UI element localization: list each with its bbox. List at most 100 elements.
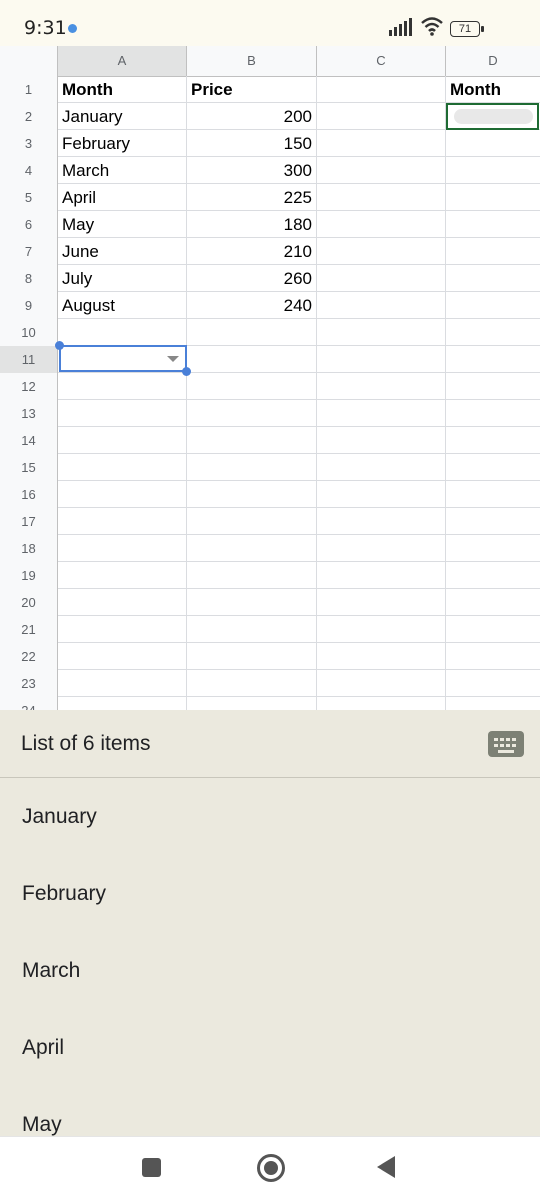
row-number[interactable]: 15 [0, 454, 58, 481]
picker-option-april[interactable]: April [22, 1036, 64, 1060]
cell-a6[interactable]: May [58, 211, 187, 238]
cell-c2[interactable] [317, 103, 446, 130]
cell-c14[interactable] [317, 427, 446, 454]
cell-a5[interactable]: April [58, 184, 187, 211]
row-number[interactable]: 23 [0, 670, 58, 697]
cell-a21[interactable] [58, 616, 187, 643]
cell-c7[interactable] [317, 238, 446, 265]
square-icon[interactable] [142, 1158, 161, 1177]
row-number[interactable]: 1 [0, 76, 58, 103]
cell-d21[interactable] [446, 616, 540, 643]
row-number[interactable]: 22 [0, 643, 58, 670]
picker-option-february[interactable]: February [22, 882, 106, 906]
cell-d7[interactable] [446, 238, 540, 265]
row-number[interactable]: 10 [0, 319, 58, 346]
row-number[interactable]: 6 [0, 211, 58, 238]
row-number[interactable]: 13 [0, 400, 58, 427]
cell-b7[interactable]: 210 [187, 238, 317, 265]
select-all-corner[interactable] [0, 46, 58, 76]
cell-a12[interactable] [58, 373, 187, 400]
selection-handle-start[interactable] [55, 341, 64, 350]
row-number[interactable]: 4 [0, 157, 58, 184]
cell-a22[interactable] [58, 643, 187, 670]
cell-c17[interactable] [317, 508, 446, 535]
cell-b4[interactable]: 300 [187, 157, 317, 184]
cell-c22[interactable] [317, 643, 446, 670]
cell-b1[interactable]: Price [187, 76, 317, 103]
row-number[interactable]: 19 [0, 562, 58, 589]
cell-b16[interactable] [187, 481, 317, 508]
row-number[interactable]: 2 [0, 103, 58, 130]
cell-d3[interactable] [446, 130, 540, 157]
cell-b19[interactable] [187, 562, 317, 589]
cell-c20[interactable] [317, 589, 446, 616]
cell-a2[interactable]: January [58, 103, 187, 130]
cell-b14[interactable] [187, 427, 317, 454]
row-number[interactable]: 24 [0, 697, 58, 710]
cell-c19[interactable] [317, 562, 446, 589]
cell-b18[interactable] [187, 535, 317, 562]
cell-b13[interactable] [187, 400, 317, 427]
cell-a9[interactable]: August [58, 292, 187, 319]
row-number[interactable]: 9 [0, 292, 58, 319]
row-number[interactable]: 20 [0, 589, 58, 616]
row-number[interactable]: 12 [0, 373, 58, 400]
cell-c15[interactable] [317, 454, 446, 481]
cell-a7[interactable]: June [58, 238, 187, 265]
row-number[interactable]: 11 [0, 346, 58, 373]
cell-c24[interactable] [317, 697, 446, 710]
cell-d22[interactable] [446, 643, 540, 670]
cell-d20[interactable] [446, 589, 540, 616]
cell-d24[interactable] [446, 697, 540, 710]
cell-d23[interactable] [446, 670, 540, 697]
column-header-a[interactable]: A [58, 46, 187, 76]
cell-c11[interactable] [317, 346, 446, 373]
cell-c5[interactable] [317, 184, 446, 211]
cell-a14[interactable] [58, 427, 187, 454]
spreadsheet-grid[interactable]: A B C D 1 Month Price Month 2 January 200 3 Febr… [0, 46, 540, 710]
cell-b22[interactable] [187, 643, 317, 670]
cell-a3[interactable]: February [58, 130, 187, 157]
cell-b23[interactable] [187, 670, 317, 697]
row-number[interactable]: 14 [0, 427, 58, 454]
cell-d6[interactable] [446, 211, 540, 238]
cell-a20[interactable] [58, 589, 187, 616]
cell-d5[interactable] [446, 184, 540, 211]
row-number[interactable]: 8 [0, 265, 58, 292]
cell-d10[interactable] [446, 319, 540, 346]
cell-c16[interactable] [317, 481, 446, 508]
cell-d11[interactable] [446, 346, 540, 373]
cell-a11-dropdown-selected[interactable] [55, 341, 191, 376]
picker-option-may[interactable]: May [22, 1113, 62, 1136]
row-number[interactable]: 21 [0, 616, 58, 643]
home-circle-icon[interactable] [257, 1154, 285, 1182]
row-number[interactable]: 17 [0, 508, 58, 535]
cell-b20[interactable] [187, 589, 317, 616]
cell-c13[interactable] [317, 400, 446, 427]
cell-b15[interactable] [187, 454, 317, 481]
cell-d9[interactable] [446, 292, 540, 319]
cell-d17[interactable] [446, 508, 540, 535]
cell-c9[interactable] [317, 292, 446, 319]
cell-d2-dropdown[interactable] [446, 103, 539, 130]
column-header-c[interactable]: C [317, 46, 446, 76]
row-number[interactable]: 18 [0, 535, 58, 562]
cell-b9[interactable]: 240 [187, 292, 317, 319]
cell-b10[interactable] [187, 319, 317, 346]
cell-c21[interactable] [317, 616, 446, 643]
dropdown-caret-icon[interactable] [167, 356, 179, 362]
cell-b11[interactable] [187, 346, 317, 373]
cell-c23[interactable] [317, 670, 446, 697]
cell-a18[interactable] [58, 535, 187, 562]
cell-a24[interactable] [58, 697, 187, 710]
cell-c18[interactable] [317, 535, 446, 562]
cell-b17[interactable] [187, 508, 317, 535]
cell-b6[interactable]: 180 [187, 211, 317, 238]
cell-b12[interactable] [187, 373, 317, 400]
cell-a15[interactable] [58, 454, 187, 481]
cell-d16[interactable] [446, 481, 540, 508]
keyboard-icon[interactable] [488, 731, 524, 757]
cell-a1[interactable]: Month [58, 76, 187, 103]
cell-a16[interactable] [58, 481, 187, 508]
cell-a23[interactable] [58, 670, 187, 697]
